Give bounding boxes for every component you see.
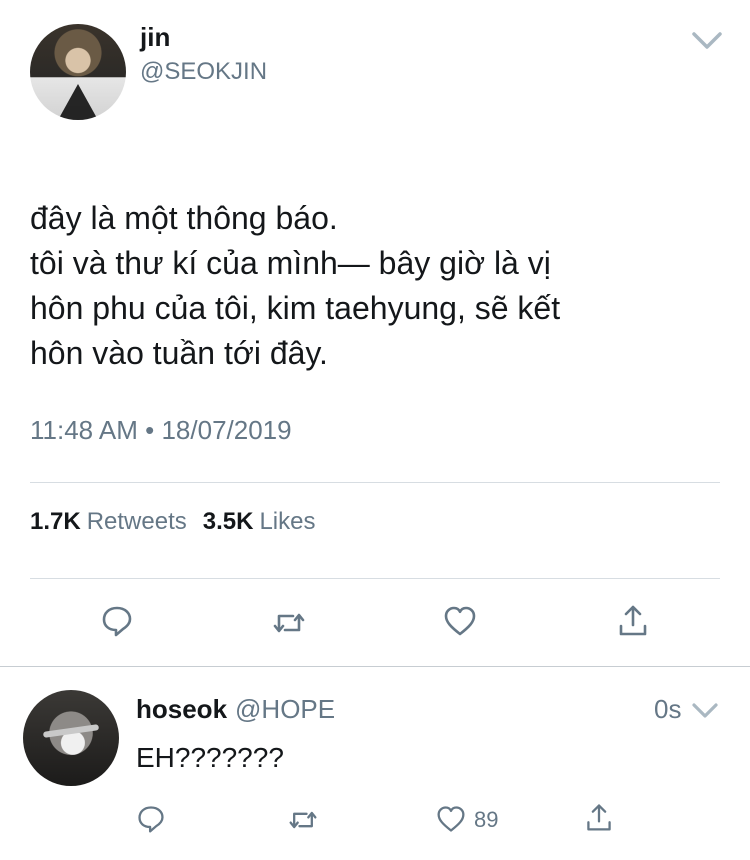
- retweet-icon[interactable]: [288, 805, 318, 835]
- chevron-down-icon[interactable]: [690, 700, 720, 722]
- avatar[interactable]: [23, 690, 119, 786]
- reply-username-handle[interactable]: @HOPE: [235, 694, 335, 724]
- reply-icon[interactable]: [100, 604, 134, 638]
- retweet-icon[interactable]: [272, 606, 306, 640]
- tweet-timestamp[interactable]: 11:48 AM • 18/07/2019: [30, 415, 292, 446]
- likes-label[interactable]: Likes: [259, 508, 315, 535]
- chevron-down-icon[interactable]: [690, 28, 724, 54]
- tweet-text-line: hôn phu của tôi, kim taehyung, sẽ kết: [30, 290, 561, 326]
- tweet-text: đây là một thông báo. tôi và thư kí của …: [30, 196, 730, 376]
- reply-text: EH???????: [136, 742, 284, 773]
- avatar[interactable]: [30, 24, 126, 120]
- like-icon[interactable]: [436, 804, 466, 834]
- reply-like-count[interactable]: 89: [474, 807, 498, 833]
- username-handle[interactable]: @SEOKJIN: [140, 58, 267, 86]
- divider: [0, 666, 750, 667]
- share-icon[interactable]: [616, 603, 650, 637]
- divider: [30, 578, 720, 579]
- tweet-stats: 1.7K Retweets 3.5K Likes: [30, 508, 331, 536]
- reply-timestamp[interactable]: 0s: [654, 694, 681, 725]
- display-name[interactable]: jin: [140, 22, 170, 53]
- tweet-text-line: hôn vào tuần tới đây.: [30, 335, 328, 371]
- retweets-label[interactable]: Retweets: [87, 508, 187, 535]
- reply-display-name[interactable]: hoseok: [136, 694, 227, 724]
- tweet-text-line: tôi và thư kí của mình— bây giờ là vị: [30, 245, 551, 281]
- reply-header: hoseok @HOPE: [136, 694, 335, 725]
- reply-icon[interactable]: [136, 804, 166, 834]
- retweets-count[interactable]: 1.7K: [30, 508, 81, 535]
- share-icon[interactable]: [584, 802, 614, 832]
- tweet-text-line: đây là một thông báo.: [30, 200, 338, 236]
- like-icon[interactable]: [443, 604, 477, 638]
- divider: [30, 482, 720, 483]
- likes-count[interactable]: 3.5K: [203, 508, 254, 535]
